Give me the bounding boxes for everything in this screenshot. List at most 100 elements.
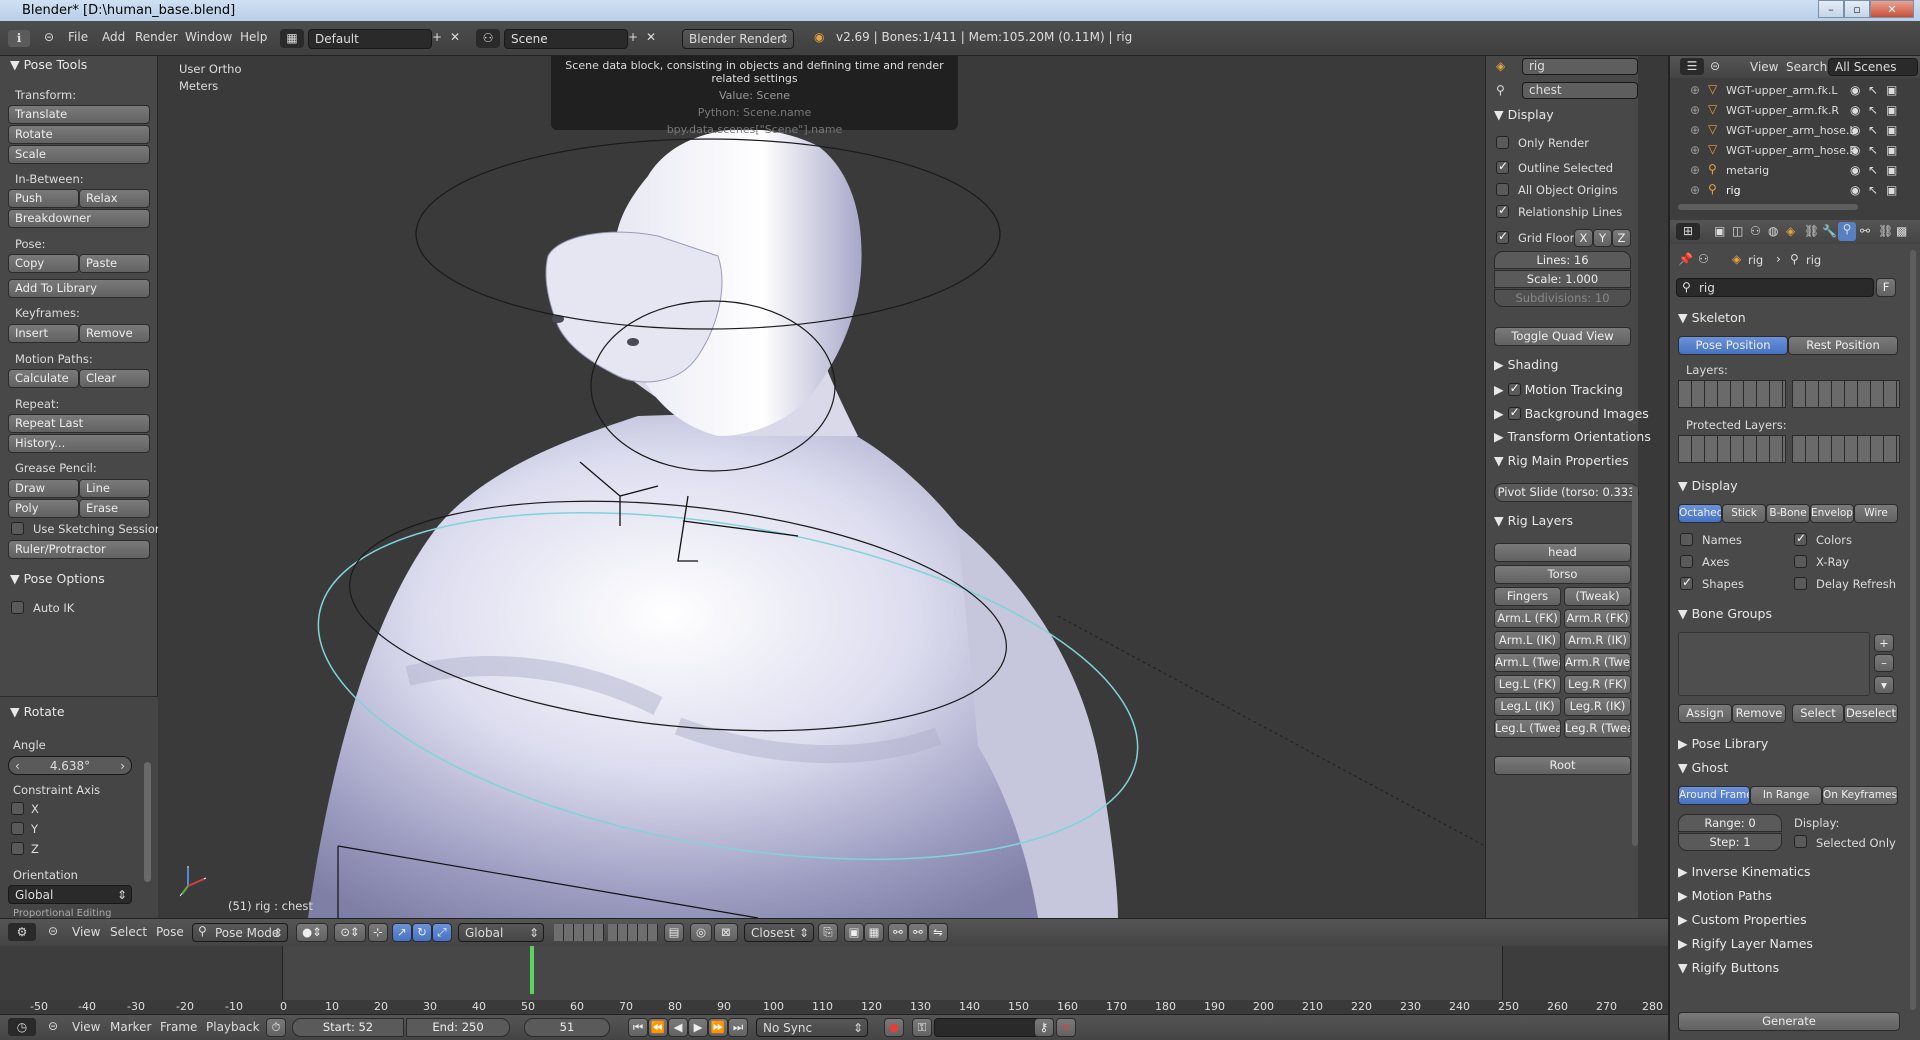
screen-layout-field[interactable]: Default — [308, 29, 432, 49]
outliner-item[interactable]: ⊕ ▽ WGT-upper_arm.fk.R ◉ ↖ ▣ — [1670, 100, 1920, 120]
proportional-edit-icon[interactable]: ◎ — [690, 923, 712, 942]
object-name-field[interactable]: rig — [1522, 58, 1638, 75]
rotate-manipulator-icon[interactable]: ↻ — [412, 923, 432, 942]
visibility-eye-icon[interactable]: ◉ — [1850, 123, 1860, 137]
remove-layout-icon[interactable]: ✕ — [450, 30, 460, 44]
bone-flip-paste-icon[interactable]: ⇋ — [928, 923, 948, 942]
rotate-operator-header[interactable]: ▼ Rotate — [10, 704, 65, 719]
rotate-button[interactable]: Rotate — [8, 125, 150, 144]
select-cursor-icon[interactable]: ↖ — [1868, 183, 1878, 197]
render-camera-icon[interactable]: ▣ — [1886, 83, 1897, 97]
decrement-icon[interactable]: ‹ — [15, 757, 20, 775]
collapse-menu-icon[interactable]: ⊝ — [48, 1019, 58, 1033]
motion-tracking-checkbox[interactable] — [1507, 381, 1521, 396]
minimize-button[interactable]: – — [1818, 0, 1844, 18]
timeline-marker-menu[interactable]: Marker — [110, 1020, 151, 1034]
paste-pose-button[interactable]: Paste — [79, 254, 150, 273]
ghost-around-frame-button[interactable]: Around Frame — [1678, 786, 1750, 805]
pose-tools-header[interactable]: ▼ Pose Tools — [10, 57, 87, 72]
rig-layer-arm-l-ik-toggle[interactable]: Arm.L (IK) — [1494, 631, 1561, 650]
outline-selected-checkbox[interactable] — [1496, 159, 1509, 174]
render-tab-icon[interactable]: ▣ — [1714, 224, 1725, 238]
gp-line-button[interactable]: Line — [79, 479, 150, 498]
rig-layer-root-toggle[interactable]: Root — [1494, 756, 1631, 775]
use-sketching-checkbox[interactable] — [11, 522, 24, 535]
timeline-playback-menu[interactable]: Playback — [206, 1020, 260, 1034]
grid-axis-z-toggle[interactable]: Z — [1612, 229, 1631, 247]
expand-icon[interactable]: ⊕ — [1690, 123, 1700, 137]
bone-tab-icon[interactable]: ⚯ — [1860, 224, 1870, 238]
copy-pose-header-icon[interactable]: ⎘ — [818, 923, 838, 942]
insert-keyframe-button[interactable]: Insert — [8, 324, 79, 343]
render-camera-icon[interactable]: ▣ — [1886, 123, 1897, 137]
calculate-paths-button[interactable]: Calculate — [8, 369, 79, 388]
render-camera-icon[interactable]: ▣ — [1886, 143, 1897, 157]
translate-button[interactable]: Translate — [8, 105, 150, 124]
menu-add[interactable]: Add — [102, 30, 125, 44]
end-frame-field[interactable]: End: 250 — [406, 1018, 510, 1037]
render-camera-icon[interactable]: ▣ — [1886, 103, 1897, 117]
shading-header[interactable]: ▶ Shading — [1494, 357, 1558, 372]
copy-pose-button[interactable]: Copy — [8, 254, 79, 273]
expand-icon[interactable]: ⊕ — [1690, 103, 1700, 117]
timeline-area[interactable]: -50 -40 -30 -20 -10 0 10 20 30 40 50 60 … — [0, 946, 1668, 1014]
axes-checkbox[interactable] — [1680, 555, 1693, 568]
display-bbone-button[interactable]: B-Bone — [1766, 504, 1810, 523]
all-object-origins-checkbox[interactable] — [1496, 183, 1509, 196]
add-layout-icon[interactable]: + — [432, 30, 442, 44]
select-cursor-icon[interactable]: ↖ — [1868, 83, 1878, 97]
colors-checkbox[interactable] — [1794, 531, 1807, 546]
bone-groups-header[interactable]: ▼ Bone Groups — [1678, 606, 1772, 621]
auto-ik-checkbox[interactable] — [11, 601, 24, 614]
ghost-in-range-button[interactable]: In Range — [1750, 786, 1822, 805]
current-frame-field[interactable]: 51 — [524, 1018, 610, 1037]
add-to-library-button[interactable]: Add To Library — [8, 279, 150, 298]
orientation-dropdown[interactable]: Global ⇕ — [8, 885, 132, 904]
rig-layer-leg-r-fk-toggle[interactable]: Leg.R (FK) — [1564, 675, 1631, 694]
collapse-menu-icon[interactable]: ⊝ — [1710, 59, 1720, 73]
background-images-header[interactable]: ▶ Background Images — [1494, 405, 1649, 421]
expand-icon[interactable]: ⊕ — [1690, 163, 1700, 177]
rig-layer-arm-r-tweak-toggle[interactable]: Arm.R (Twea — [1564, 653, 1631, 672]
outliner-item[interactable]: ⊕ ▽ WGT-upper_arm_hose.L ◉ ↖ ▣ — [1670, 120, 1920, 140]
gp-poly-button[interactable]: Poly — [8, 499, 79, 518]
translate-manipulator-icon[interactable]: ↗ — [392, 923, 412, 942]
maximize-button[interactable]: ▫ — [1844, 0, 1870, 18]
rig-layers-header[interactable]: ▼ Rig Layers — [1494, 513, 1573, 528]
shapes-checkbox[interactable] — [1680, 575, 1693, 590]
render-animation-icon[interactable]: ▦ — [864, 923, 884, 942]
names-checkbox[interactable] — [1680, 533, 1693, 546]
armature-layers-grid-right[interactable] — [1792, 380, 1900, 408]
texture-tab-icon[interactable]: ▩ — [1896, 224, 1907, 238]
bone-constraints-tab-icon[interactable]: ⛓ — [1878, 224, 1893, 238]
remove-keyframe-button[interactable]: Remove — [79, 324, 150, 343]
bone-name-field[interactable]: chest — [1522, 82, 1638, 99]
shading-dropdown[interactable]: ●⇕ — [296, 923, 328, 942]
rig-layer-arm-l-tweak-toggle[interactable]: Arm.L (Twea — [1494, 653, 1561, 672]
rest-position-button[interactable]: Rest Position — [1788, 336, 1898, 355]
layers-tab-icon[interactable]: ◫ — [1732, 224, 1743, 238]
add-scene-icon[interactable]: + — [628, 30, 638, 44]
constraints-tab-icon[interactable]: ⛓ — [1804, 224, 1819, 238]
bone-groups-list[interactable] — [1678, 632, 1870, 696]
outliner-item[interactable]: ⊕ ⚲ rig ◉ ↖ ▣ — [1670, 180, 1920, 200]
pose-position-button[interactable]: Pose Position — [1678, 336, 1788, 355]
preview-range-icon[interactable]: ⏱ — [266, 1018, 286, 1037]
visibility-eye-icon[interactable]: ◉ — [1850, 163, 1860, 177]
operator-scrollbar[interactable] — [144, 762, 151, 882]
armature-data-tab-icon[interactable]: ⚲ — [1838, 222, 1856, 241]
select-cursor-icon[interactable]: ↖ — [1868, 103, 1878, 117]
grid-lines-field[interactable]: Lines: 16 — [1494, 251, 1631, 269]
armature-layers-grid-left[interactable] — [1678, 380, 1786, 408]
jump-to-start-icon[interactable]: ⏮ — [628, 1018, 648, 1037]
generate-rig-button[interactable]: Generate — [1678, 1012, 1900, 1031]
render-camera-icon[interactable]: ▣ — [1886, 183, 1897, 197]
gp-draw-button[interactable]: Draw — [8, 479, 79, 498]
timeline-view-menu[interactable]: View — [72, 1020, 100, 1034]
gp-erase-button[interactable]: Erase — [79, 499, 150, 518]
expand-icon[interactable]: ⊕ — [1690, 183, 1700, 197]
jump-to-prev-keyframe-icon[interactable]: ⏪ — [648, 1018, 668, 1037]
push-button[interactable]: Push — [8, 189, 79, 208]
rig-layer-torso-toggle[interactable]: Torso — [1494, 565, 1631, 584]
grid-scale-field[interactable]: Scale: 1.000 — [1494, 270, 1631, 288]
